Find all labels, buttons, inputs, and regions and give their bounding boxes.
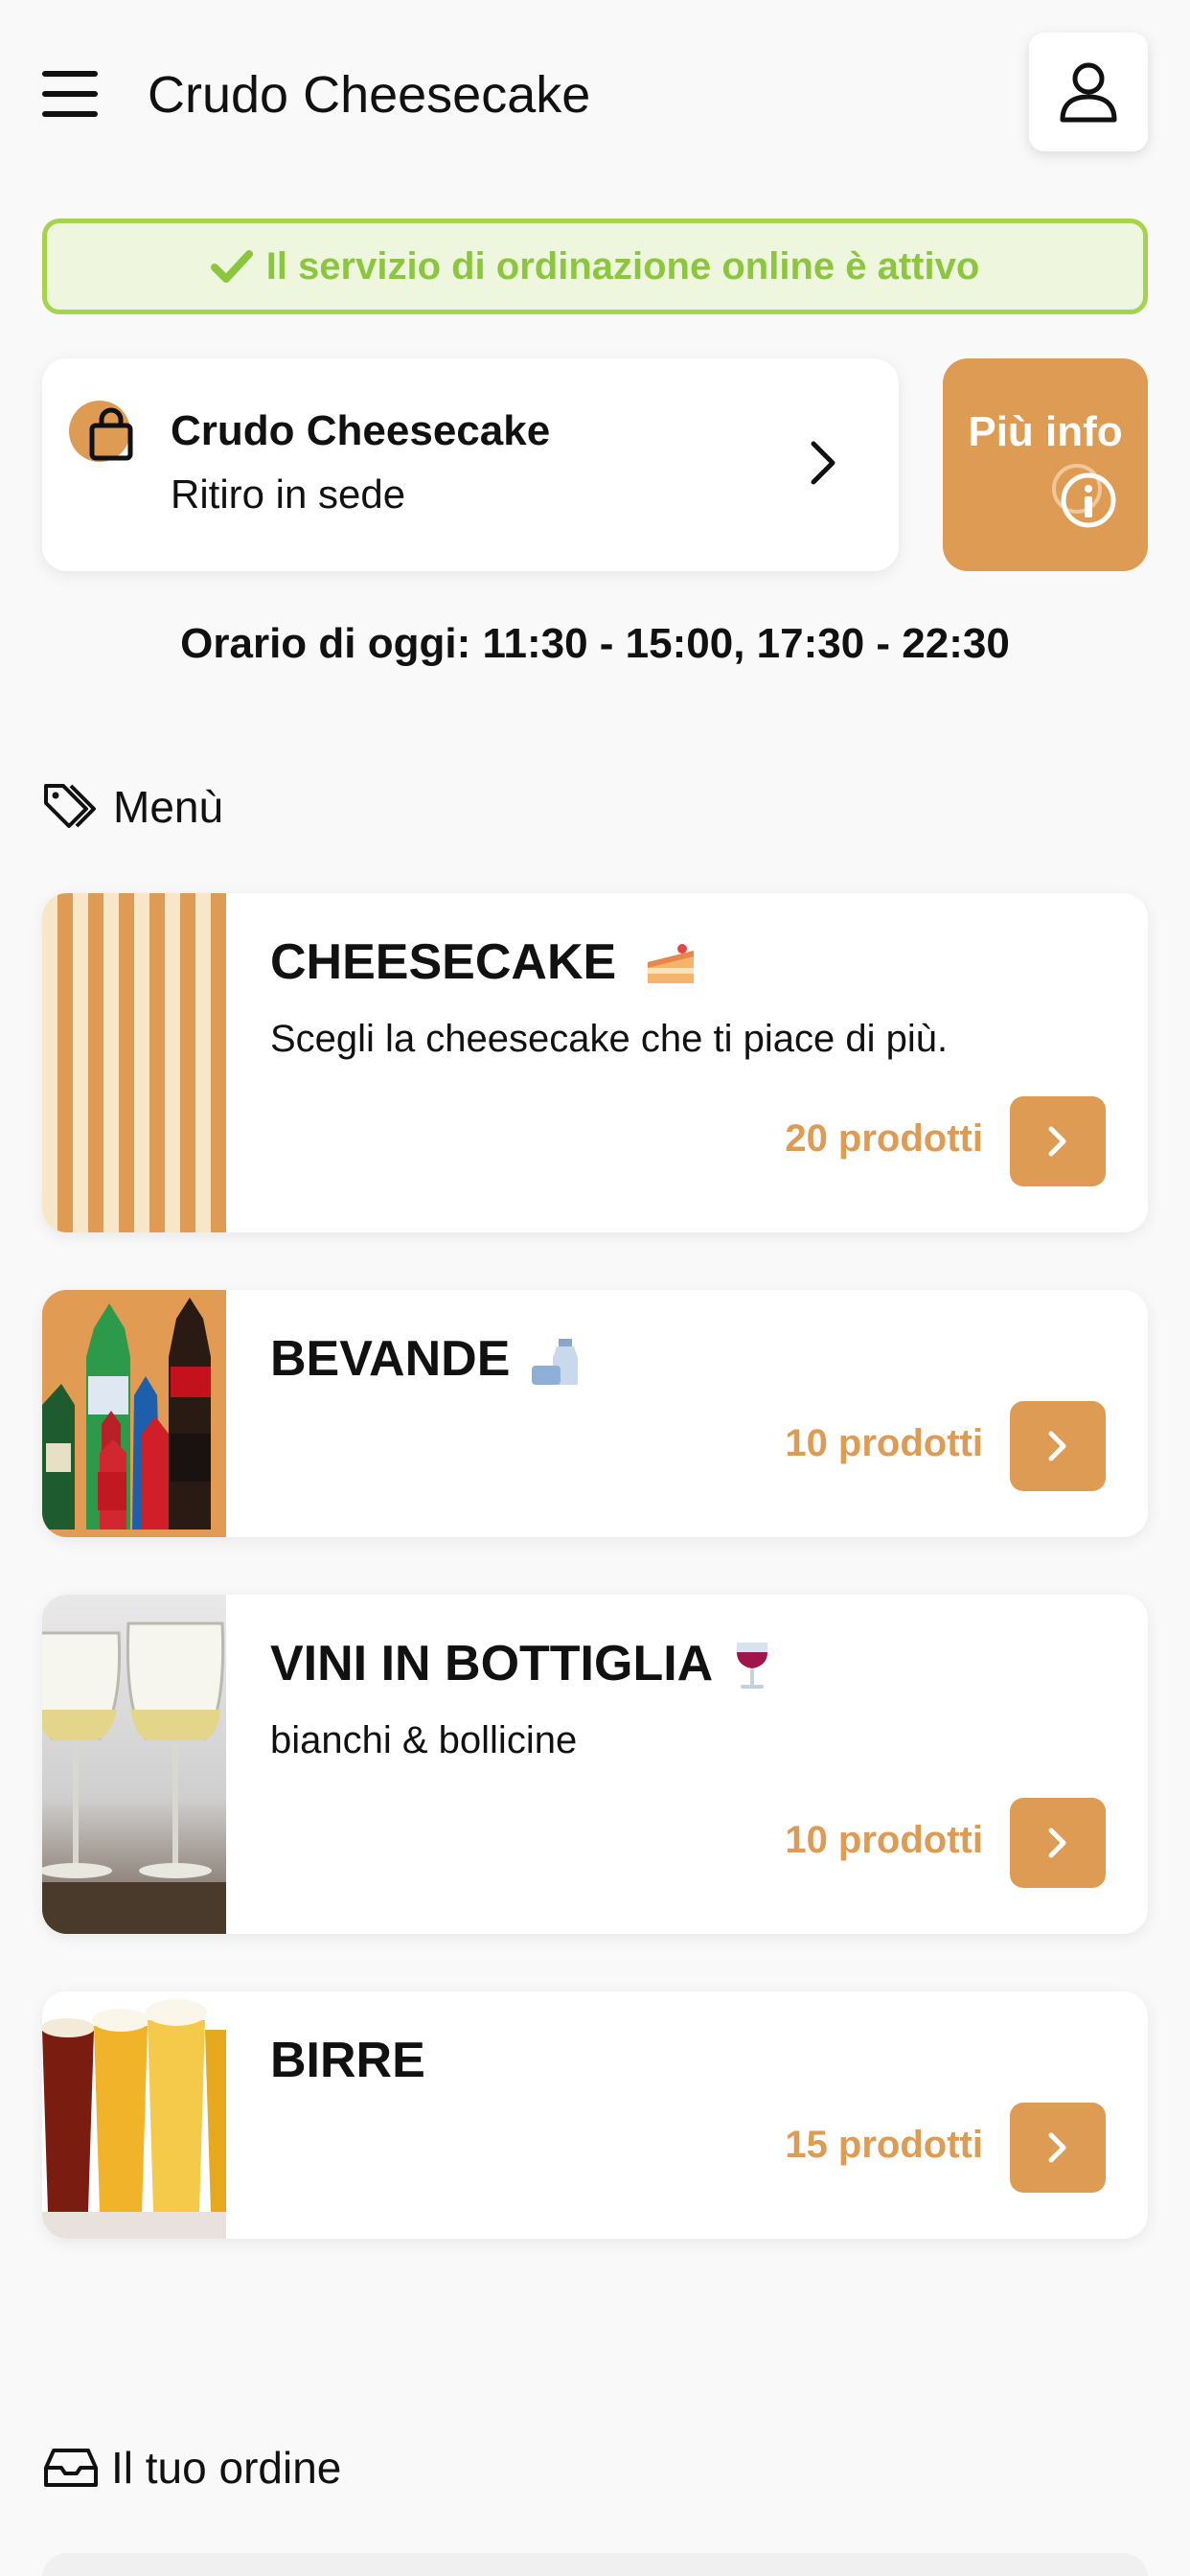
category-title: VINI IN BOTTIGLIA [270, 1633, 773, 1694]
soft-drink-bottles-image [42, 1290, 226, 1537]
category-card-vini[interactable]: VINI IN BOTTIGLIA bianchi & bollicine 10… [42, 1595, 1148, 1934]
category-description: bianchi & bollicine [270, 1719, 578, 1761]
open-category-button[interactable] [1010, 1401, 1106, 1491]
category-title: BEVANDE [270, 1328, 582, 1390]
chevron-right-icon [1048, 1828, 1066, 1858]
menu-section-header: Menù [42, 780, 223, 834]
hamburger-icon[interactable] [42, 69, 98, 119]
wine-glass-icon [736, 1643, 767, 1690]
chevron-right-icon [1048, 1431, 1066, 1461]
category-thumbnail [42, 1595, 226, 1934]
category-card-bevande[interactable]: BEVANDE 10 prodotti [42, 1290, 1148, 1537]
app-title: Crudo Cheesecake [148, 66, 591, 124]
beer-glasses-image [42, 1991, 226, 2239]
milk-bottle-icon [531, 1339, 578, 1386]
open-category-button[interactable] [1010, 1798, 1106, 1888]
opening-hours: Orario di oggi: 11:30 - 15:00, 17:30 - 2… [180, 620, 1010, 667]
order-section-header: Il tuo ordine [42, 2442, 341, 2494]
more-info-label: Più info [968, 408, 1123, 455]
category-card-cheesecake[interactable]: CHEESECAKE Scegli la cheesecake che ti p… [42, 893, 1148, 1232]
category-description: Scegli la cheesecake che ti piace di più… [270, 1018, 949, 1060]
profile-button[interactable] [1029, 33, 1148, 151]
pickup-mode: Ritiro in sede [171, 472, 406, 517]
top-bar: Crudo Cheesecake [0, 0, 1190, 192]
open-category-button[interactable] [1010, 1096, 1106, 1186]
category-title: BIRRE [270, 2033, 425, 2088]
product-count: 10 prodotti [785, 1819, 983, 1861]
store-name: Crudo Cheesecake [171, 407, 551, 454]
order-summary-box [42, 2553, 1148, 2576]
chevron-right-icon [811, 441, 835, 485]
more-info-button[interactable]: Più info [943, 358, 1148, 571]
info-circle-icon [1052, 464, 1116, 528]
check-icon [210, 249, 253, 284]
product-count: 15 prodotti [785, 2124, 983, 2166]
inbox-icon [44, 2449, 98, 2487]
category-thumbnail [42, 893, 226, 1232]
open-category-button[interactable] [1010, 2103, 1106, 2193]
shopping-bag-icon [69, 401, 133, 462]
chevron-right-icon [1048, 1126, 1066, 1157]
online-ordering-status-banner: Il servizio di ordinazione online è atti… [42, 218, 1148, 314]
order-section-label: Il tuo ordine [111, 2443, 342, 2493]
category-thumbnail [42, 1991, 226, 2239]
cake-slice-icon [647, 944, 694, 984]
tag-icon [44, 784, 96, 828]
category-title: CHEESECAKE [270, 932, 698, 993]
product-count: 10 prodotti [785, 1422, 983, 1464]
category-thumbnail [42, 1290, 226, 1537]
category-card-birre[interactable]: BIRRE 15 prodotti [42, 1991, 1148, 2239]
chevron-right-icon [1048, 2132, 1066, 2163]
status-text: Il servizio di ordinazione online è atti… [265, 244, 980, 288]
product-count: 20 prodotti [785, 1117, 983, 1160]
white-wine-glasses-image [42, 1595, 226, 1934]
menu-section-label: Menù [113, 782, 224, 832]
user-icon [1060, 62, 1117, 123]
store-selector-card[interactable]: Crudo Cheesecake Ritiro in sede [42, 358, 899, 571]
page: Crudo Cheesecake Il servizio di ordinazi… [0, 0, 1190, 2576]
